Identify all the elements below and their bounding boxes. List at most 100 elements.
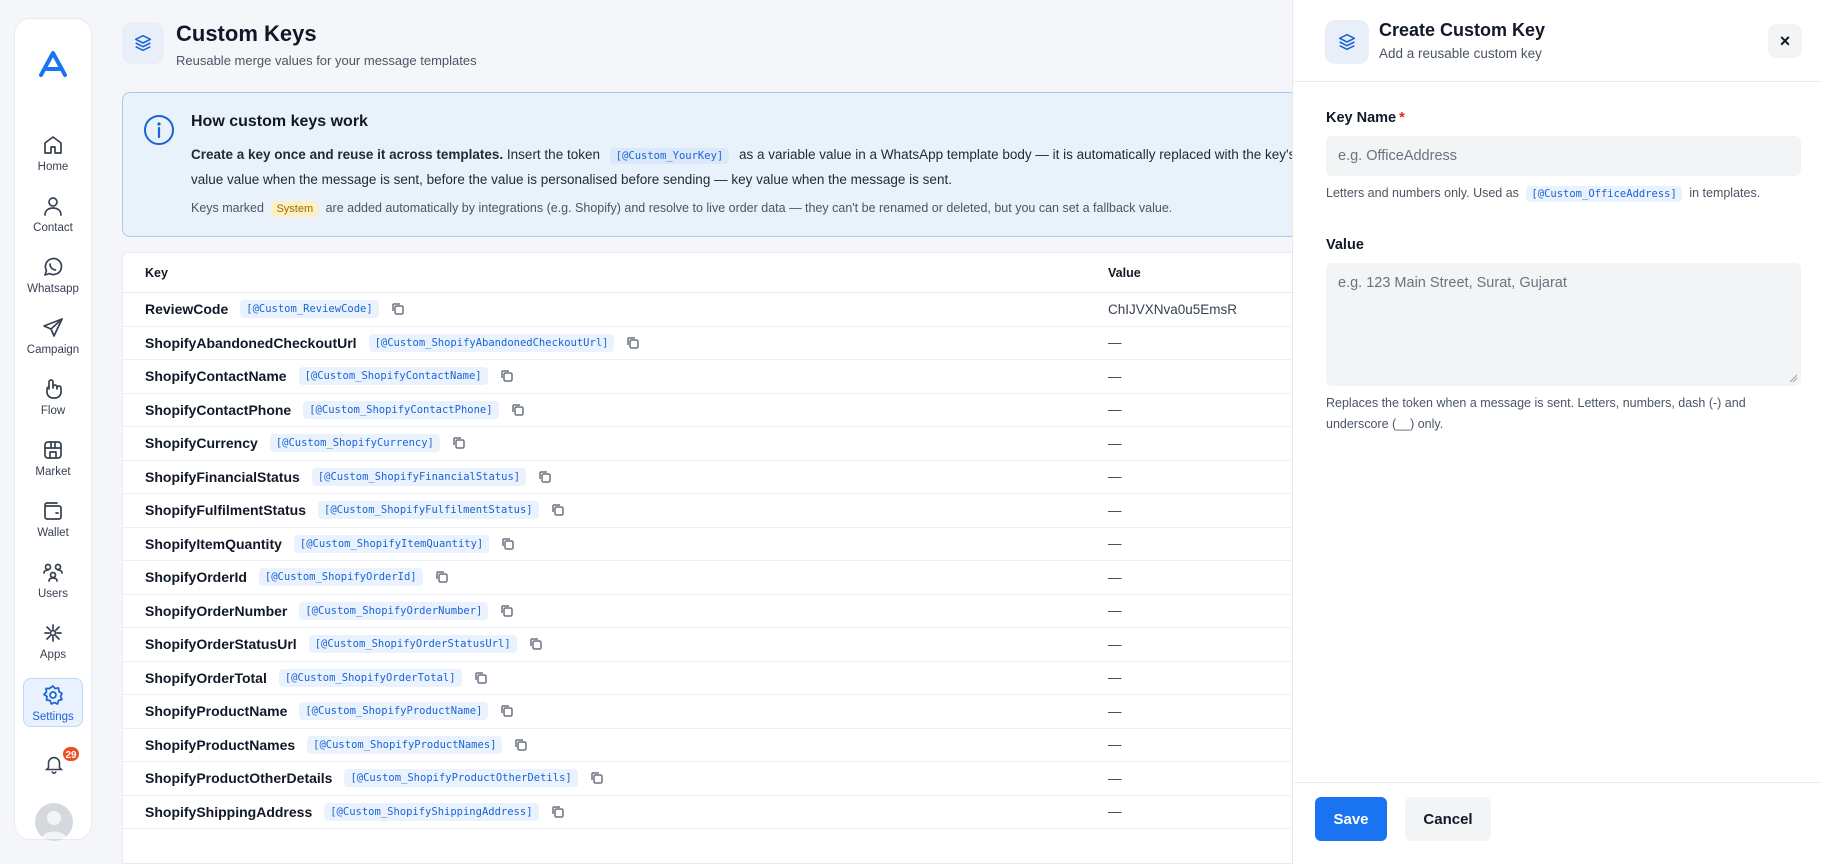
copy-token-button[interactable] [391,302,405,316]
key-name: ShopifyOrderStatusUrl [145,636,297,653]
copy-icon [539,471,551,483]
sidebar-item-wallet[interactable]: Wallet [23,495,83,542]
sidebar-item-apps[interactable]: Apps [23,617,83,664]
avatar[interactable] [35,803,73,841]
notifications-button[interactable]: 29 [43,745,81,779]
sidebar-item-label: Contact [33,222,73,234]
row-value-cell: — [1108,469,1122,485]
close-icon: × [1779,30,1791,51]
copy-token-button[interactable] [500,604,514,618]
sidebar-item-home[interactable]: Home [23,129,83,176]
row-value-cell: — [1108,737,1122,753]
help-text: Letters and numbers only. Used as [1326,186,1519,200]
copy-token-button[interactable] [551,503,565,517]
table-row[interactable]: ShopifyProductOtherDetails [@Custom_Shopi… [123,762,1296,796]
copy-token-button[interactable] [626,336,640,350]
sidebar-item-market[interactable]: Market [23,434,83,481]
row-value-cell: — [1108,804,1122,820]
table-row[interactable]: ShopifyFinancialStatus [@Custom_ShopifyFi… [123,461,1296,494]
table-row[interactable]: ShopifyFulfilmentStatus [@Custom_ShopifyF… [123,494,1296,528]
info-text-line: Keys marked System are added automatical… [191,201,1276,217]
key-name: ShopifyFinancialStatus [145,468,300,485]
sidebar-item-settings[interactable]: Settings [23,678,83,727]
home-icon [44,136,62,154]
table-row[interactable]: ShopifyOrderNumber [@Custom_ShopifyOrderN… [123,595,1296,628]
copy-token-button[interactable] [538,470,552,484]
info-panel: How custom keys work Create a key once a… [122,92,1297,237]
column-header-key: Key [145,266,168,280]
token-chip: [@Custom_ShopifyOrderTotal] [278,668,462,687]
copy-token-button[interactable] [590,771,604,785]
row-value-cell: — [1108,770,1122,786]
sidebar: Home Contact Whatsapp Campaign Flow Mark… [14,18,92,841]
key-name: ShopifyOrderTotal [145,669,267,686]
info-title: How custom keys work [191,113,368,130]
value-textarea[interactable] [1326,263,1801,386]
copy-token-button[interactable] [500,704,514,718]
sidebar-item-whatsapp[interactable]: Whatsapp [23,251,83,298]
key-name-input[interactable] [1326,136,1801,176]
value-label: Value [1326,237,1364,253]
table-row[interactable]: ReviewCode [@Custom_ReviewCode] ChIJVXNva0… [123,293,1296,327]
token-chip: [@Custom_ShopifyProductNames] [307,735,503,754]
copy-token-button[interactable] [551,805,565,819]
sidebar-item-contact[interactable]: Contact [23,190,83,237]
store-icon [44,441,62,459]
copy-token-button[interactable] [435,570,449,584]
table-row[interactable]: ShopifyProductNames [@Custom_ShopifyProdu… [123,729,1296,762]
row-key-cell: ShopifyOrderNumber [@Custom_ShopifyOrderN… [145,601,514,620]
resize-grip-icon[interactable] [1788,373,1798,383]
custom-keys-table: Key Value ReviewCode [@Custom_ReviewCode]… [122,252,1297,864]
sidebar-item-label: Market [35,466,71,478]
token-chip: [@Custom_ShopifyAbandonedCheckoutUrl] [368,333,615,352]
row-value-cell: — [1108,402,1122,418]
key-name: ShopifyAbandonedCheckoutUrl [145,334,357,351]
table-row[interactable]: ShopifyOrderId [@Custom_ShopifyOrderId] — [123,561,1296,595]
user-avatar-icon [41,811,67,839]
table-row[interactable]: ShopifyItemQuantity [@Custom_ShopifyItemQ… [123,528,1296,561]
sidebar-item-campaign[interactable]: Campaign [23,312,83,359]
save-button[interactable]: Save [1315,797,1387,841]
column-header-value: Value [1108,266,1141,280]
row-key-cell: ShopifyCurrency [@Custom_ShopifyCurrency] [145,434,466,453]
copy-icon [551,504,564,516]
drawer-icon-box [1325,20,1369,64]
row-key-cell: ShopifyOrderStatusUrl [@Custom_ShopifyOrd… [145,635,543,654]
copy-token-button[interactable] [500,369,514,383]
sidebar-item-users[interactable]: Users [23,556,83,603]
app-logo-icon[interactable] [37,49,69,79]
row-value-cell: — [1108,603,1122,619]
copy-token-button[interactable] [529,637,543,651]
table-row[interactable]: ShopifyAbandonedCheckoutUrl [@Custom_Shop… [123,327,1296,360]
copy-token-button[interactable] [514,738,528,752]
token-chip: [@Custom_ShopifyFinancialStatus] [311,467,527,486]
key-name: ShopifyContactName [145,368,287,385]
sidebar-item-label: Apps [39,649,67,661]
row-key-cell: ReviewCode [@Custom_ReviewCode] [145,300,405,319]
info-text-line: value value when the message is sent, be… [191,172,952,187]
copy-token-button[interactable] [501,537,515,551]
sidebar-item-flow[interactable]: Flow [23,373,83,420]
copy-token-button[interactable] [511,403,525,417]
row-key-cell: ShopifyProductName [@Custom_ShopifyProduc… [145,702,514,721]
copy-token-button[interactable] [452,436,466,450]
row-value-cell: — [1108,435,1122,451]
table-row[interactable]: ShopifyProductName [@Custom_ShopifyProduc… [123,695,1296,729]
key-name: ShopifyContactPhone [145,401,292,418]
header-icon-box [122,22,164,64]
help-text: in templates. [1689,186,1761,200]
close-button[interactable]: × [1768,24,1802,58]
table-row[interactable]: ShopifyCurrency [@Custom_ShopifyCurrency]… [123,427,1296,461]
cancel-button[interactable]: Cancel [1405,797,1491,841]
copy-token-button[interactable] [474,671,488,685]
table-row[interactable]: ShopifyShippingAddress [@Custom_ShopifySh… [123,796,1296,829]
key-name: ShopifyProductName [145,703,288,720]
copy-icon [501,705,514,717]
table-row[interactable]: ShopifyOrderStatusUrl [@Custom_ShopifyOrd… [123,628,1296,662]
copy-icon [435,571,448,583]
key-name-label-text: Key Name [1326,110,1397,126]
table-row[interactable]: ShopifyContactPhone [@Custom_ShopifyConta… [123,394,1296,427]
table-row[interactable]: ShopifyOrderTotal [@Custom_ShopifyOrderTo… [123,662,1296,695]
key-name: ShopifyFulfilmentStatus [145,502,306,519]
table-row[interactable]: ShopifyContactName [@Custom_ShopifyContac… [123,360,1296,394]
